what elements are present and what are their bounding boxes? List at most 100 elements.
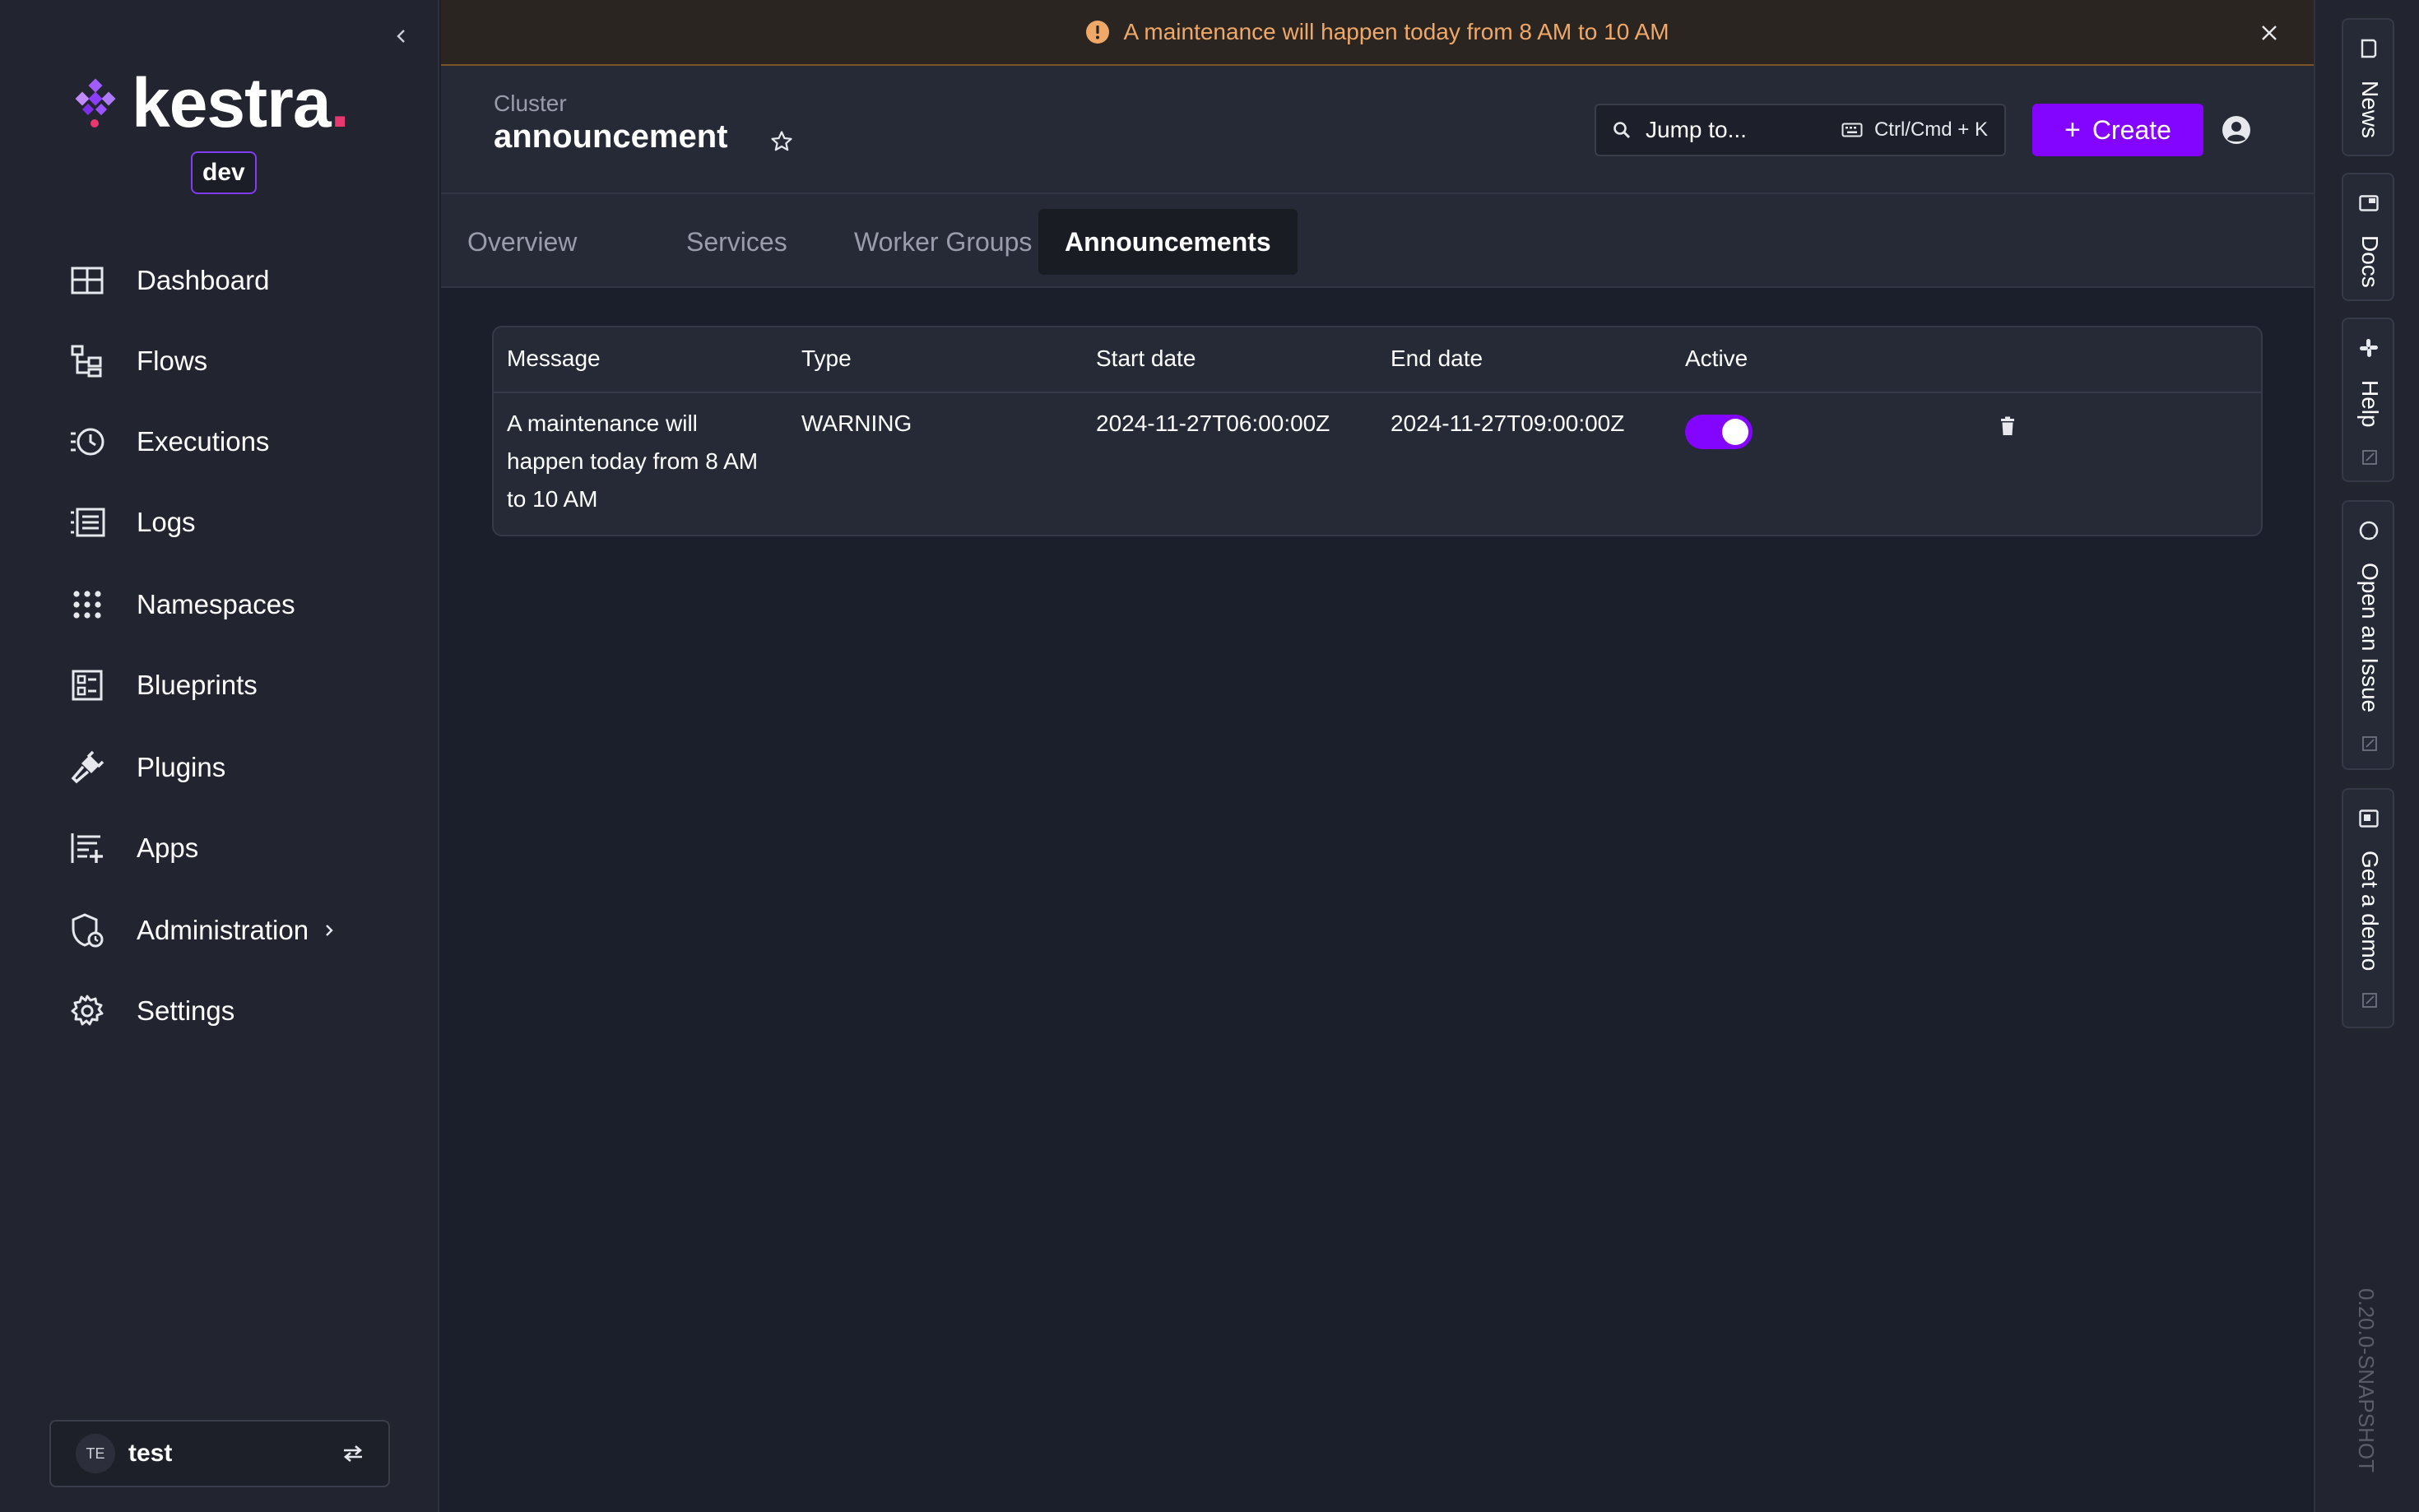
keyboard-icon <box>1841 123 1863 137</box>
rail-label: News <box>2357 81 2383 139</box>
type-cell: WARNING <box>801 410 912 436</box>
kestra-logo[interactable]: kestra. <box>69 63 350 143</box>
github-icon <box>2358 520 2380 541</box>
sidebar-item-plugins[interactable]: Plugins <box>66 739 395 796</box>
jump-to-label: Jump to... <box>1646 117 1747 142</box>
create-label: Create <box>2092 114 2171 145</box>
executions-icon <box>66 420 109 463</box>
announcement-banner: A maintenance will happen today from 8 A… <box>441 0 2314 66</box>
message-line: to 10 AM <box>507 486 598 512</box>
logs-icon <box>66 501 109 544</box>
rail-label: Open an Issue <box>2357 563 2383 713</box>
rail-news-button[interactable]: News <box>2342 18 2394 156</box>
favorite-button[interactable] <box>765 125 798 158</box>
column-header-start-date: Start date <box>1096 346 1196 371</box>
create-button[interactable]: + Create <box>2032 104 2203 156</box>
plugins-icon <box>66 746 109 789</box>
sidebar-item-logs[interactable]: Logs <box>66 494 395 551</box>
sidebar-item-label: Dashboard <box>137 265 270 295</box>
tenant-name: test <box>128 1440 173 1467</box>
sidebar-item-label: Executions <box>137 426 270 457</box>
column-header-active: Active <box>1685 346 1748 371</box>
announcements-table: Message Type Start date End date Active … <box>492 326 2263 536</box>
collapse-sidebar-button[interactable] <box>388 23 415 49</box>
start-date-cell: 2024-11-27T06:00:00Z <box>1096 410 1330 436</box>
brand-name: kestra <box>132 63 332 141</box>
apps-icon <box>66 827 109 870</box>
message-cell: A maintenance will happen today from 8 A… <box>507 405 758 518</box>
sidebar-item-executions[interactable]: Executions <box>66 413 395 471</box>
tab-announcements[interactable]: Announcements <box>1038 209 1298 275</box>
sidebar-item-label: Flows <box>137 346 208 376</box>
jump-to-search[interactable]: Jump to... Ctrl/Cmd + K <box>1595 104 2006 156</box>
banner-message: A maintenance will happen today from 8 A… <box>1123 19 1669 44</box>
sidebar-item-settings[interactable]: Settings <box>66 982 395 1040</box>
sidebar-item-label: Apps <box>137 833 199 863</box>
user-circle-icon <box>2222 116 2250 144</box>
close-icon <box>2262 26 2277 40</box>
sidebar-item-label: Blueprints <box>137 670 258 700</box>
sidebar-item-label: Logs <box>137 507 196 537</box>
tenant-switcher[interactable]: TE test <box>49 1420 390 1487</box>
shortcut-hint: Ctrl/Cmd + K <box>1873 118 1988 141</box>
sidebar: kestra. dev Dashboard Flows Executions L… <box>0 0 439 1512</box>
swap-icon <box>343 1445 363 1462</box>
chevron-left-icon <box>397 30 405 43</box>
blueprints-icon <box>66 664 109 707</box>
external-link-icon <box>2360 734 2380 754</box>
message-line: A maintenance will <box>507 410 698 436</box>
breadcrumb[interactable]: Cluster <box>494 90 567 117</box>
rail-label: Get a demo <box>2357 851 2383 972</box>
chevron-right-icon <box>326 925 333 936</box>
delete-button[interactable] <box>1990 408 2026 444</box>
sidebar-item-apps[interactable]: Apps <box>66 819 395 877</box>
sidebar-item-label: Settings <box>137 995 235 1026</box>
column-header-end-date: End date <box>1391 346 1483 371</box>
tab-overview[interactable]: Overview <box>441 209 603 275</box>
rail-help-button[interactable]: Help <box>2342 318 2394 482</box>
tab-bar: Overview Services Worker Groups Announce… <box>441 194 2314 288</box>
rail-label: Docs <box>2357 235 2383 288</box>
star-icon <box>771 131 792 151</box>
tab-worker-groups[interactable]: Worker Groups <box>828 209 1058 275</box>
rail-open-issue-button[interactable]: Open an Issue <box>2342 500 2394 770</box>
end-date-cell: 2024-11-27T09:00:00Z <box>1391 410 1625 436</box>
brand-dot: . <box>330 63 350 141</box>
warning-circle-icon <box>1086 21 1110 44</box>
environment-badge: dev <box>191 151 257 194</box>
sidebar-item-dashboard[interactable]: Dashboard <box>66 252 395 309</box>
tenant-avatar: TE <box>76 1434 115 1473</box>
page-header: Cluster announcement Jump to... Ctrl/Cmd… <box>441 66 2314 194</box>
docs-icon <box>2358 192 2380 214</box>
tab-services[interactable]: Services <box>660 209 814 275</box>
plus-icon: + <box>2064 114 2081 146</box>
sidebar-item-flows[interactable]: Flows <box>66 332 395 390</box>
version-label: 0.20.0-SNAPSHOT <box>2354 1288 2379 1473</box>
slack-icon <box>2358 337 2380 359</box>
right-rail: News Docs Help Open an Issue Get a demo <box>2314 0 2419 1512</box>
rail-docs-button[interactable]: Docs <box>2342 173 2394 301</box>
user-menu-button[interactable] <box>2220 114 2253 146</box>
sidebar-item-namespaces[interactable]: Namespaces <box>66 576 395 633</box>
sidebar-item-label: Namespaces <box>137 589 295 619</box>
administration-icon <box>66 909 109 952</box>
banner-close-button[interactable] <box>2254 18 2284 48</box>
sidebar-item-label: Plugins <box>137 752 226 782</box>
dashboard-icon <box>66 259 109 302</box>
namespaces-icon <box>66 583 109 626</box>
external-link-icon <box>2360 990 2380 1010</box>
demo-icon <box>2358 808 2380 829</box>
brand-wordmark: kestra. <box>132 63 350 143</box>
rail-get-demo-button[interactable]: Get a demo <box>2342 788 2394 1028</box>
active-toggle[interactable] <box>1685 415 1753 449</box>
sidebar-item-blueprints[interactable]: Blueprints <box>66 656 395 714</box>
sidebar-item-administration[interactable]: Administration <box>66 902 395 959</box>
message-line: happen today from 8 AM <box>507 448 759 474</box>
news-icon <box>2358 38 2380 59</box>
page-title: announcement <box>494 118 728 155</box>
table-header: Message Type Start date End date Active <box>494 327 2261 393</box>
kestra-logo-mark-icon <box>75 78 116 128</box>
trash-icon <box>2001 416 2014 435</box>
search-icon <box>1613 122 1631 139</box>
flows-icon <box>66 340 109 383</box>
